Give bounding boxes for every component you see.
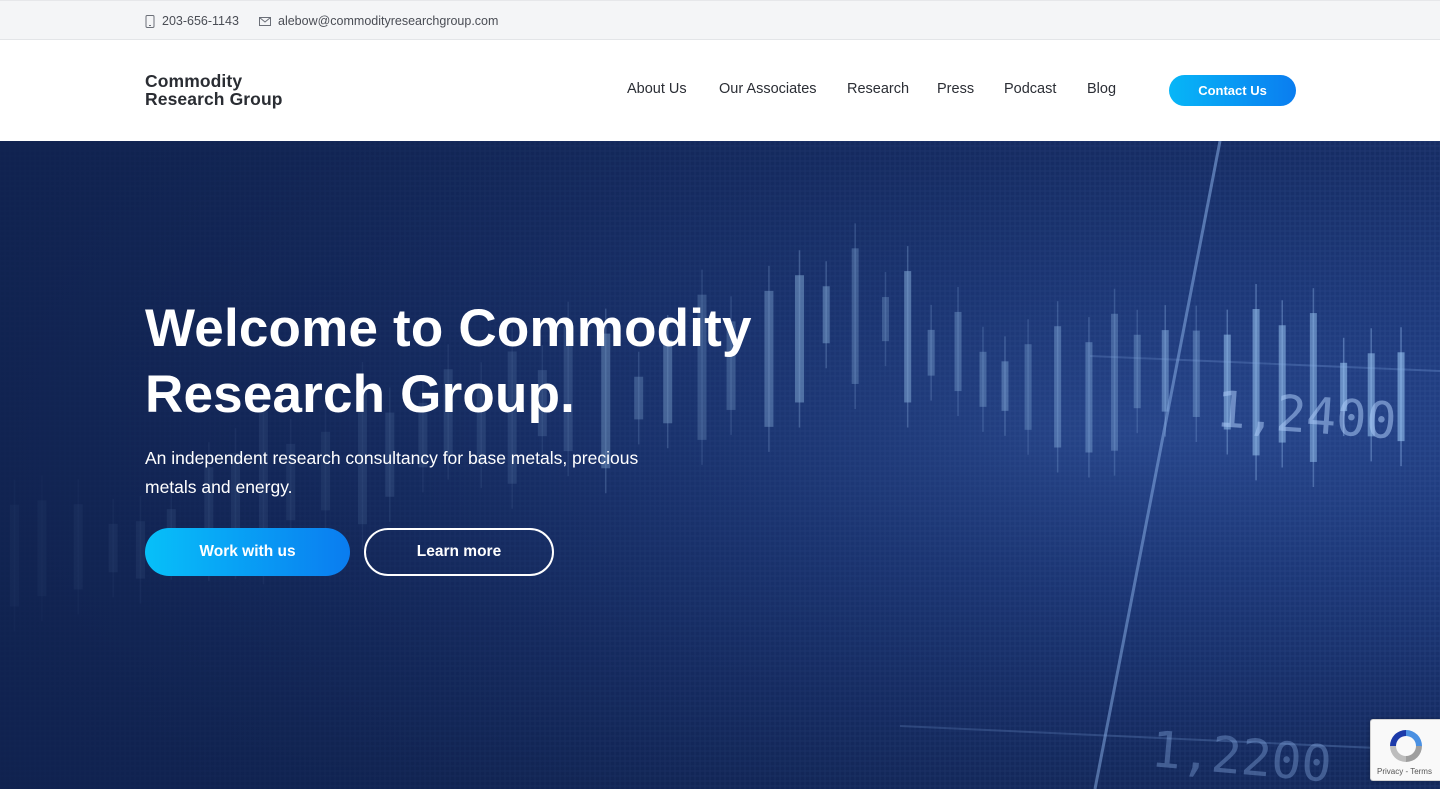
hero-title-line-2: Research Group. bbox=[145, 365, 576, 424]
email-contact[interactable]: alebow@commodityresearchgroup.com bbox=[259, 1, 498, 41]
recaptcha-icon bbox=[1386, 726, 1426, 771]
nav-item-our-associates[interactable]: Our Associates bbox=[719, 81, 817, 97]
nav-item-about-us[interactable]: About Us bbox=[627, 81, 687, 97]
email-address: alebow@commodityresearchgroup.com bbox=[278, 14, 499, 28]
nav-item-podcast[interactable]: Podcast bbox=[1004, 81, 1056, 97]
logo-line-2: Research Group bbox=[145, 89, 283, 109]
envelope-icon bbox=[259, 16, 271, 26]
nav-item-blog[interactable]: Blog bbox=[1087, 81, 1116, 97]
work-with-us-button[interactable]: Work with us bbox=[145, 528, 350, 576]
site-header: Commodity Research Group About Us Our As… bbox=[0, 40, 1440, 141]
learn-more-button[interactable]: Learn more bbox=[364, 528, 554, 576]
phone-number: 203-656-1143 bbox=[162, 14, 239, 28]
top-contact-bar: 203-656-1143 alebow@commodityresearchgro… bbox=[0, 0, 1440, 40]
mobile-phone-icon bbox=[145, 14, 155, 28]
hero-title: Welcome to Commodity Research Group. bbox=[145, 296, 752, 428]
recaptcha-badge[interactable]: Privacy - Terms bbox=[1370, 719, 1440, 781]
recaptcha-privacy-terms[interactable]: Privacy - Terms bbox=[1377, 767, 1432, 776]
phone-contact[interactable]: 203-656-1143 bbox=[145, 1, 239, 41]
hero-section: 1,2400 1,2200 Welcome to Commodity Resea… bbox=[0, 141, 1440, 789]
hero-subtitle: An independent research consultancy for … bbox=[145, 448, 639, 497]
site-logo[interactable]: Commodity Research Group bbox=[145, 72, 283, 108]
logo-line-1: Commodity bbox=[145, 71, 243, 91]
nav-item-research[interactable]: Research bbox=[847, 81, 909, 97]
nav-item-press[interactable]: Press bbox=[937, 81, 974, 97]
hero-title-line-1: Welcome to Commodity bbox=[145, 299, 752, 358]
contact-us-button[interactable]: Contact Us bbox=[1169, 75, 1296, 106]
